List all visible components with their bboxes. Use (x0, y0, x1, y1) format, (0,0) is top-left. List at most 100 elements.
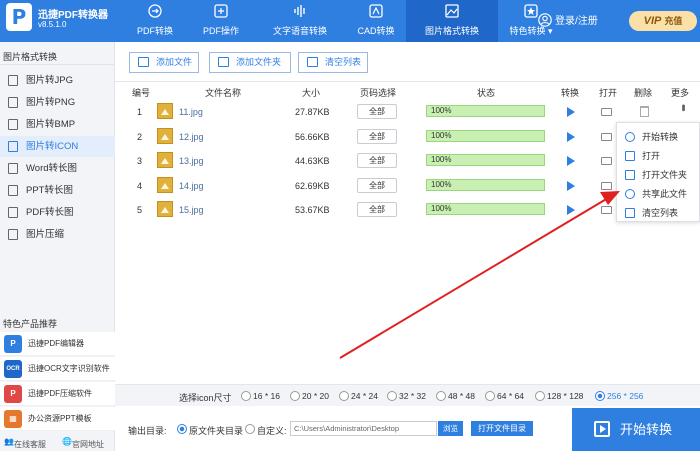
page-select[interactable]: 全部 (357, 202, 397, 217)
menu-open[interactable]: 打开 (617, 147, 700, 165)
page-select[interactable]: 全部 (357, 104, 397, 119)
image-icon (445, 4, 459, 18)
icon-size-radio[interactable]: 24 * 24 (339, 391, 378, 401)
nav-voice[interactable]: 文字语音转换 (254, 0, 346, 42)
row-number: 1 (137, 107, 143, 117)
menu-label: 打开文件夹 (642, 170, 688, 180)
product-pdf-compress[interactable]: P 迅捷PDF压缩软件 (0, 382, 115, 406)
sidebar-item-compress[interactable]: 图片压缩 (0, 224, 115, 245)
menu-share-file[interactable]: 共享此文件 (617, 185, 700, 203)
radio-custom-folder[interactable]: 自定义: (245, 424, 287, 437)
start-icon (594, 421, 610, 437)
add-file-button[interactable]: 添加文件 (129, 52, 199, 73)
clear-list-label: 清空列表 (325, 57, 362, 67)
file-size: 27.87KB (295, 107, 330, 117)
browse-button[interactable]: 浏览 (438, 421, 463, 436)
nav-pdf-convert[interactable]: PDF转换 (122, 0, 188, 42)
icon-size-radio[interactable]: 32 * 32 (387, 391, 426, 401)
sidebar-item-jpg[interactable]: 图片转JPG (0, 70, 115, 91)
start-convert-button[interactable]: 开始转换 (572, 408, 700, 451)
page-select[interactable]: 全部 (357, 177, 397, 193)
product-ppt-template[interactable]: ▦ 办公资源PPT模板 (0, 407, 115, 431)
website-link[interactable]: 🌐 官网地址 (62, 437, 104, 449)
folder-icon[interactable] (601, 181, 612, 190)
icon-size-radio[interactable]: 64 * 64 (485, 391, 524, 401)
nav-label: 图片格式转换 (424, 26, 479, 36)
sidebar-footer: 👥 在线客服 🌐 官网地址 (0, 435, 115, 451)
vip-label: 充值 (664, 16, 683, 26)
table-row[interactable]: 515.jpg53.67KB全部100%••• (115, 198, 700, 222)
col-pages: 页码选择 (360, 88, 397, 98)
image-thumbnail-icon (157, 127, 173, 144)
online-service-link[interactable]: 👥 在线客服 (4, 437, 46, 449)
divider (0, 64, 115, 65)
service-label: 在线客服 (13, 440, 46, 449)
col-more: 更多 (671, 88, 690, 98)
icon-size-radio[interactable]: 48 * 48 (436, 391, 475, 401)
folder-icon[interactable] (601, 206, 612, 214)
progress-bar: 100% (426, 129, 545, 142)
table-row[interactable]: 414.jpg62.69KB全部100%••• (115, 174, 700, 198)
add-folder-button[interactable]: 添加文件夹 (209, 52, 291, 73)
progress-bar: 100% (426, 203, 545, 215)
play-icon[interactable] (567, 107, 575, 117)
icon-size-radio[interactable]: 20 * 20 (290, 391, 329, 401)
file-name: 11.jpg (179, 107, 203, 117)
folder-icon[interactable] (601, 157, 612, 165)
nav-label: PDF操作 (202, 26, 239, 36)
play-icon[interactable] (567, 205, 575, 215)
row-number: 3 (137, 156, 143, 166)
sidebar-item-png[interactable]: 图片转PNG (0, 92, 115, 113)
file-size: 44.63KB (295, 156, 330, 166)
product-pdf-editor[interactable]: P 迅捷PDF编辑器 (0, 332, 115, 356)
sidebar-item-word-long[interactable]: Word转长图 (0, 158, 115, 179)
more-icon[interactable]: ••• (677, 104, 689, 110)
file-name: 12.jpg (179, 131, 204, 142)
sidebar-item-label: 图片转ICON (26, 141, 79, 152)
radio-source-folder[interactable]: 原文件夹目录 (177, 424, 243, 437)
icon-size-radio[interactable]: 256 * 256 (595, 391, 643, 401)
menu-open-folder[interactable]: 打开文件夹 (617, 166, 700, 184)
login-button[interactable]: 登录/注册 (538, 12, 598, 27)
sidebar-item-pdf-long[interactable]: PDF转长图 (0, 202, 115, 223)
sidebar-item-label: PDF转长图 (26, 207, 74, 218)
vip-recharge-button[interactable]: VIP 充值 (629, 11, 697, 31)
menu-label: 清空列表 (642, 208, 679, 218)
sidebar-item-ppt-long[interactable]: PPT转长图 (0, 180, 115, 201)
product-ocr[interactable]: OCR 迅捷OCR文字识别软件 (0, 357, 115, 381)
folder-icon[interactable] (601, 132, 612, 141)
row-number: 2 (137, 131, 143, 142)
icon-size-radio[interactable]: 128 * 128 (535, 391, 583, 401)
ppt-file-icon (8, 185, 18, 196)
app-version: v8.5.1.0 (38, 20, 67, 29)
play-icon[interactable] (567, 180, 575, 191)
sidebar-item-icon[interactable]: 图片转ICON (0, 136, 115, 157)
table-row[interactable]: 313.jpg44.63KB全部100%••• (115, 149, 700, 173)
nav-image-convert[interactable]: 图片格式转换 (406, 0, 498, 42)
nav-pdf-operate[interactable]: PDF操作 (188, 0, 254, 42)
col-name: 文件名称 (205, 88, 242, 98)
col-size: 大小 (302, 88, 321, 98)
trash-icon[interactable] (640, 106, 649, 117)
menu-start-convert[interactable]: 开始转换 (617, 128, 700, 146)
play-icon[interactable] (567, 156, 575, 166)
menu-clear-list[interactable]: 清空列表 (617, 204, 700, 222)
page-select[interactable]: 全部 (357, 128, 397, 144)
sidebar-item-label: 图片转BMP (26, 119, 76, 130)
sidebar-item-bmp[interactable]: 图片转BMP (0, 114, 115, 135)
image-thumbnail-icon (157, 103, 173, 119)
sidebar-item-label: 图片压缩 (26, 229, 65, 240)
folder-icon[interactable] (601, 108, 612, 116)
icon-size-radio[interactable]: 16 * 16 (241, 391, 280, 401)
play-icon[interactable] (567, 131, 575, 142)
nav-cad[interactable]: CAD转换 (346, 0, 406, 42)
table-row[interactable]: 1 11.jpg 27.87KB 全部 100% ••• (115, 100, 700, 124)
product-label: 办公资源PPT模板 (28, 414, 92, 423)
page-select[interactable]: 全部 (357, 153, 397, 168)
file-name: 15.jpg (179, 205, 204, 215)
table-row[interactable]: 212.jpg56.66KB全部100%••• (115, 125, 700, 149)
output-path-input[interactable]: C:\Users\Administrator\Desktop (290, 421, 437, 436)
clear-list-button[interactable]: 清空列表 (298, 52, 368, 73)
col-convert: 转换 (561, 88, 580, 98)
open-output-folder-button[interactable]: 打开文件目录 (471, 421, 533, 436)
